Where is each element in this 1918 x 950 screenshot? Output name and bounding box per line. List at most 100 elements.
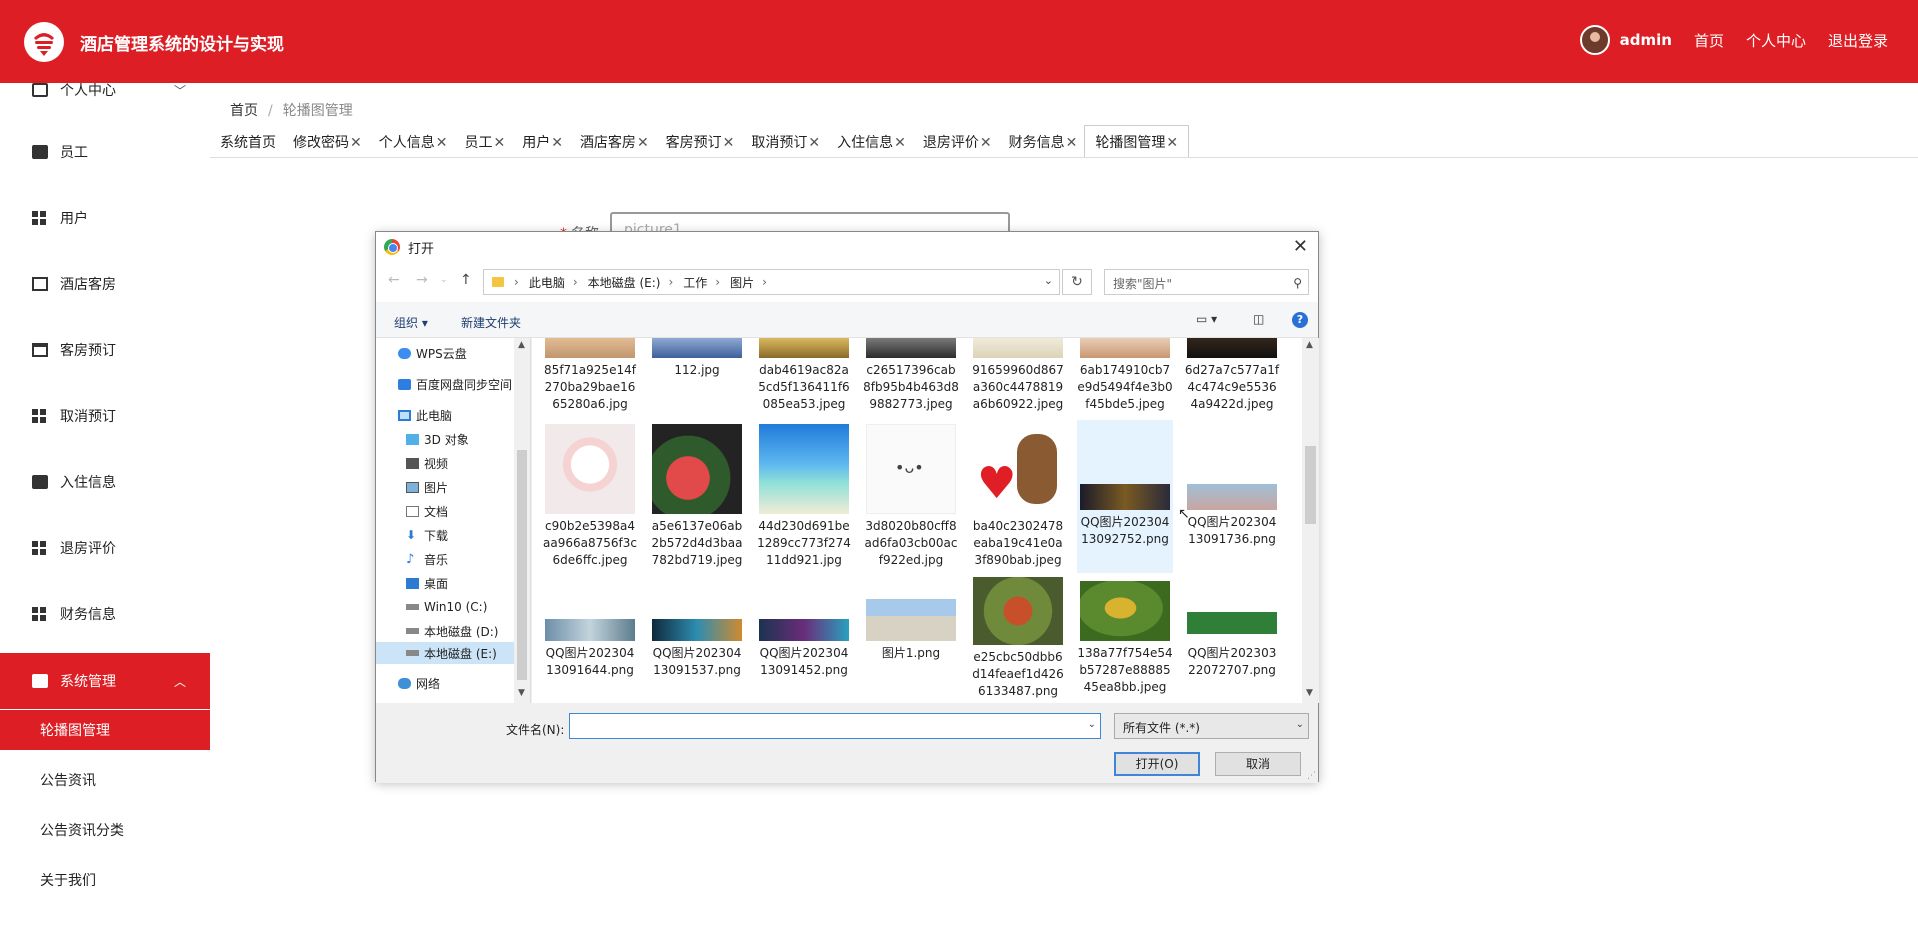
avatar[interactable]: [1579, 25, 1610, 55]
nav-item-pictures[interactable]: 图片: [406, 476, 514, 498]
file-item[interactable]: a5e6137e06ab2b572d4d3baa782bd719.jpeg: [649, 420, 745, 573]
search-input[interactable]: 搜索"图片": [1104, 269, 1309, 295]
up-arrow-icon[interactable]: ↑: [460, 272, 472, 288]
close-icon[interactable]: ✕: [493, 135, 505, 151]
close-icon[interactable]: ✕: [1293, 236, 1308, 257]
view-options-icon[interactable]: ▭ ▾: [1196, 312, 1217, 326]
chevron-down-icon[interactable]: ⌄: [1088, 719, 1096, 730]
nav-item-desktop[interactable]: 桌面: [406, 572, 514, 594]
resize-grip-icon[interactable]: ⋰: [1307, 771, 1316, 781]
path-work[interactable]: 工作: [683, 274, 707, 291]
file-item[interactable]: dab4619ac82a5cd5f136411f6085ea53.jpeg: [756, 338, 852, 413]
file-item[interactable]: QQ图片20230413091452.png: [756, 573, 852, 679]
new-folder-button[interactable]: 新建文件夹: [461, 314, 521, 331]
close-icon[interactable]: ✕: [436, 135, 448, 151]
close-icon[interactable]: ✕: [1066, 135, 1078, 151]
filetype-select[interactable]: 所有文件 (*.*) ⌄: [1114, 713, 1309, 739]
tag-staff[interactable]: 员工✕: [454, 132, 512, 157]
sidebar-sub-news-category[interactable]: 公告资讯分类: [0, 810, 210, 850]
help-icon[interactable]: ?: [1292, 312, 1308, 328]
nav-profile-link[interactable]: 个人中心: [1746, 30, 1806, 51]
back-arrow-icon[interactable]: ←: [388, 272, 400, 288]
nav-item-downloads[interactable]: ⬇ 下载: [406, 524, 514, 546]
file-item[interactable]: c90b2e5398a4aa966a8756f3c6de6ffc.jpeg: [542, 420, 638, 573]
file-item[interactable]: QQ图片20230413091644.png: [542, 573, 638, 679]
file-item[interactable]: •ᴗ• 3d8020b80cff8ad6fa03cb00acf922ed.jpg: [863, 420, 959, 573]
close-icon[interactable]: ✕: [894, 135, 906, 151]
organize-button[interactable]: 组织 ▾: [394, 314, 428, 331]
tag-cancel-booking[interactable]: 取消预订✕: [741, 132, 827, 157]
scroll-up-icon[interactable]: ▲: [1306, 340, 1313, 350]
tag-carousel[interactable]: 轮播图管理✕: [1084, 125, 1190, 157]
close-icon[interactable]: ✕: [723, 135, 735, 151]
filename-input[interactable]: ⌄: [569, 713, 1101, 739]
scroll-down-icon[interactable]: ▼: [518, 688, 525, 698]
close-icon[interactable]: ✕: [808, 135, 820, 151]
sidebar-sub-news[interactable]: 公告资讯: [0, 760, 210, 800]
file-item[interactable]: QQ图片20230413091537.png: [649, 573, 745, 679]
tag-users[interactable]: 用户✕: [512, 132, 570, 157]
tag-checkout[interactable]: 退房评价✕: [913, 132, 999, 157]
nav-item-network[interactable]: 网络: [398, 672, 514, 694]
file-item[interactable]: 44d230d691be1289cc773f27411dd921.jpg: [756, 420, 852, 573]
file-item[interactable]: 138a77f754e54b57287e8888545ea8bb.jpeg: [1077, 573, 1173, 696]
path-drive-e[interactable]: 本地磁盘 (E:): [588, 274, 661, 291]
nav-item-videos[interactable]: 视频: [406, 452, 514, 474]
sidebar-item-finance[interactable]: 财务信息: [0, 594, 210, 634]
tag-info[interactable]: 个人信息✕: [369, 132, 455, 157]
sidebar-item-checkin[interactable]: 入住信息: [0, 462, 210, 502]
path-pictures[interactable]: 图片: [730, 274, 754, 291]
nav-item-drive-e[interactable]: 本地磁盘 (E:): [376, 642, 514, 664]
chevron-down-icon[interactable]: ⌄: [1044, 274, 1053, 287]
file-item[interactable]: c26517396cab8fb95b4b463d89882773.jpeg: [863, 338, 959, 413]
close-icon[interactable]: ✕: [1166, 135, 1178, 151]
close-icon[interactable]: ✕: [980, 135, 992, 151]
file-item[interactable]: 图片1.png: [863, 573, 959, 662]
tag-booking[interactable]: 客房预订✕: [656, 132, 742, 157]
file-item[interactable]: 6d27a7c577a1f4c474c9e55364a9422d.jpeg: [1184, 338, 1280, 413]
close-icon[interactable]: ✕: [350, 135, 362, 151]
file-scrollbar[interactable]: ▲ ▼: [1302, 338, 1319, 703]
nav-item-3d[interactable]: 3D 对象: [406, 428, 514, 450]
nav-item-music[interactable]: ♪ 音乐: [406, 548, 514, 570]
path-this-pc[interactable]: 此电脑: [529, 274, 565, 291]
recent-dropdown-icon[interactable]: ⌄: [440, 275, 448, 285]
cancel-button[interactable]: 取消: [1215, 752, 1301, 776]
scroll-thumb[interactable]: [1305, 446, 1316, 524]
search-icon[interactable]: ⚲: [1293, 276, 1302, 290]
sidebar-item-users[interactable]: 用户: [0, 198, 210, 238]
forward-arrow-icon[interactable]: →: [416, 272, 428, 288]
nav-item-documents[interactable]: 文档: [406, 500, 514, 522]
file-item[interactable]: 85f71a925e14f270ba29bae1665280a6.jpg: [542, 338, 638, 413]
close-icon[interactable]: ✕: [551, 135, 563, 151]
tag-checkin[interactable]: 入住信息✕: [827, 132, 913, 157]
nav-scrollbar[interactable]: ▲ ▼: [514, 338, 530, 703]
file-item[interactable]: 112.jpg: [649, 338, 745, 379]
sidebar-item-checkout-review[interactable]: 退房评价: [0, 528, 210, 568]
username[interactable]: admin: [1620, 31, 1672, 49]
file-item[interactable]: QQ图片20230413092752.png: [1077, 420, 1173, 573]
sidebar-sub-carousel[interactable]: 轮播图管理: [0, 710, 210, 750]
scroll-up-icon[interactable]: ▲: [518, 340, 525, 350]
nav-home-link[interactable]: 首页: [1694, 30, 1724, 51]
tag-finance[interactable]: 财务信息✕: [999, 132, 1085, 157]
nav-item-this-pc[interactable]: 此电脑: [398, 404, 514, 426]
nav-item-wps[interactable]: WPS云盘: [398, 342, 514, 364]
tag-home[interactable]: 系统首页: [210, 132, 283, 157]
chevron-down-icon[interactable]: ⌄: [1296, 719, 1304, 730]
scroll-thumb[interactable]: [517, 450, 527, 680]
logout-link[interactable]: 退出登录: [1828, 30, 1888, 51]
tag-rooms[interactable]: 酒店客房✕: [570, 132, 656, 157]
sidebar-item-system[interactable]: 系统管理 ︿: [0, 653, 210, 709]
breadcrumb-home[interactable]: 首页: [230, 103, 258, 119]
open-button[interactable]: 打开(O): [1114, 752, 1200, 776]
sidebar-item-booking[interactable]: 客房预订: [0, 330, 210, 370]
address-bar[interactable]: › 此电脑 › 本地磁盘 (E:) › 工作 › 图片 › ⌄: [483, 269, 1060, 295]
sidebar-item-rooms[interactable]: 酒店客房: [0, 264, 210, 304]
refresh-icon[interactable]: ↻: [1062, 269, 1092, 295]
file-item[interactable]: 6ab174910cb7e9d5494f4e3b0f45bde5.jpeg: [1077, 338, 1173, 413]
close-icon[interactable]: ✕: [637, 135, 649, 151]
nav-item-drive-d[interactable]: 本地磁盘 (D:): [406, 620, 514, 642]
file-item[interactable]: QQ图片20230413091736.png: [1184, 420, 1280, 573]
nav-item-drive-c[interactable]: Win10 (C:): [406, 596, 514, 618]
